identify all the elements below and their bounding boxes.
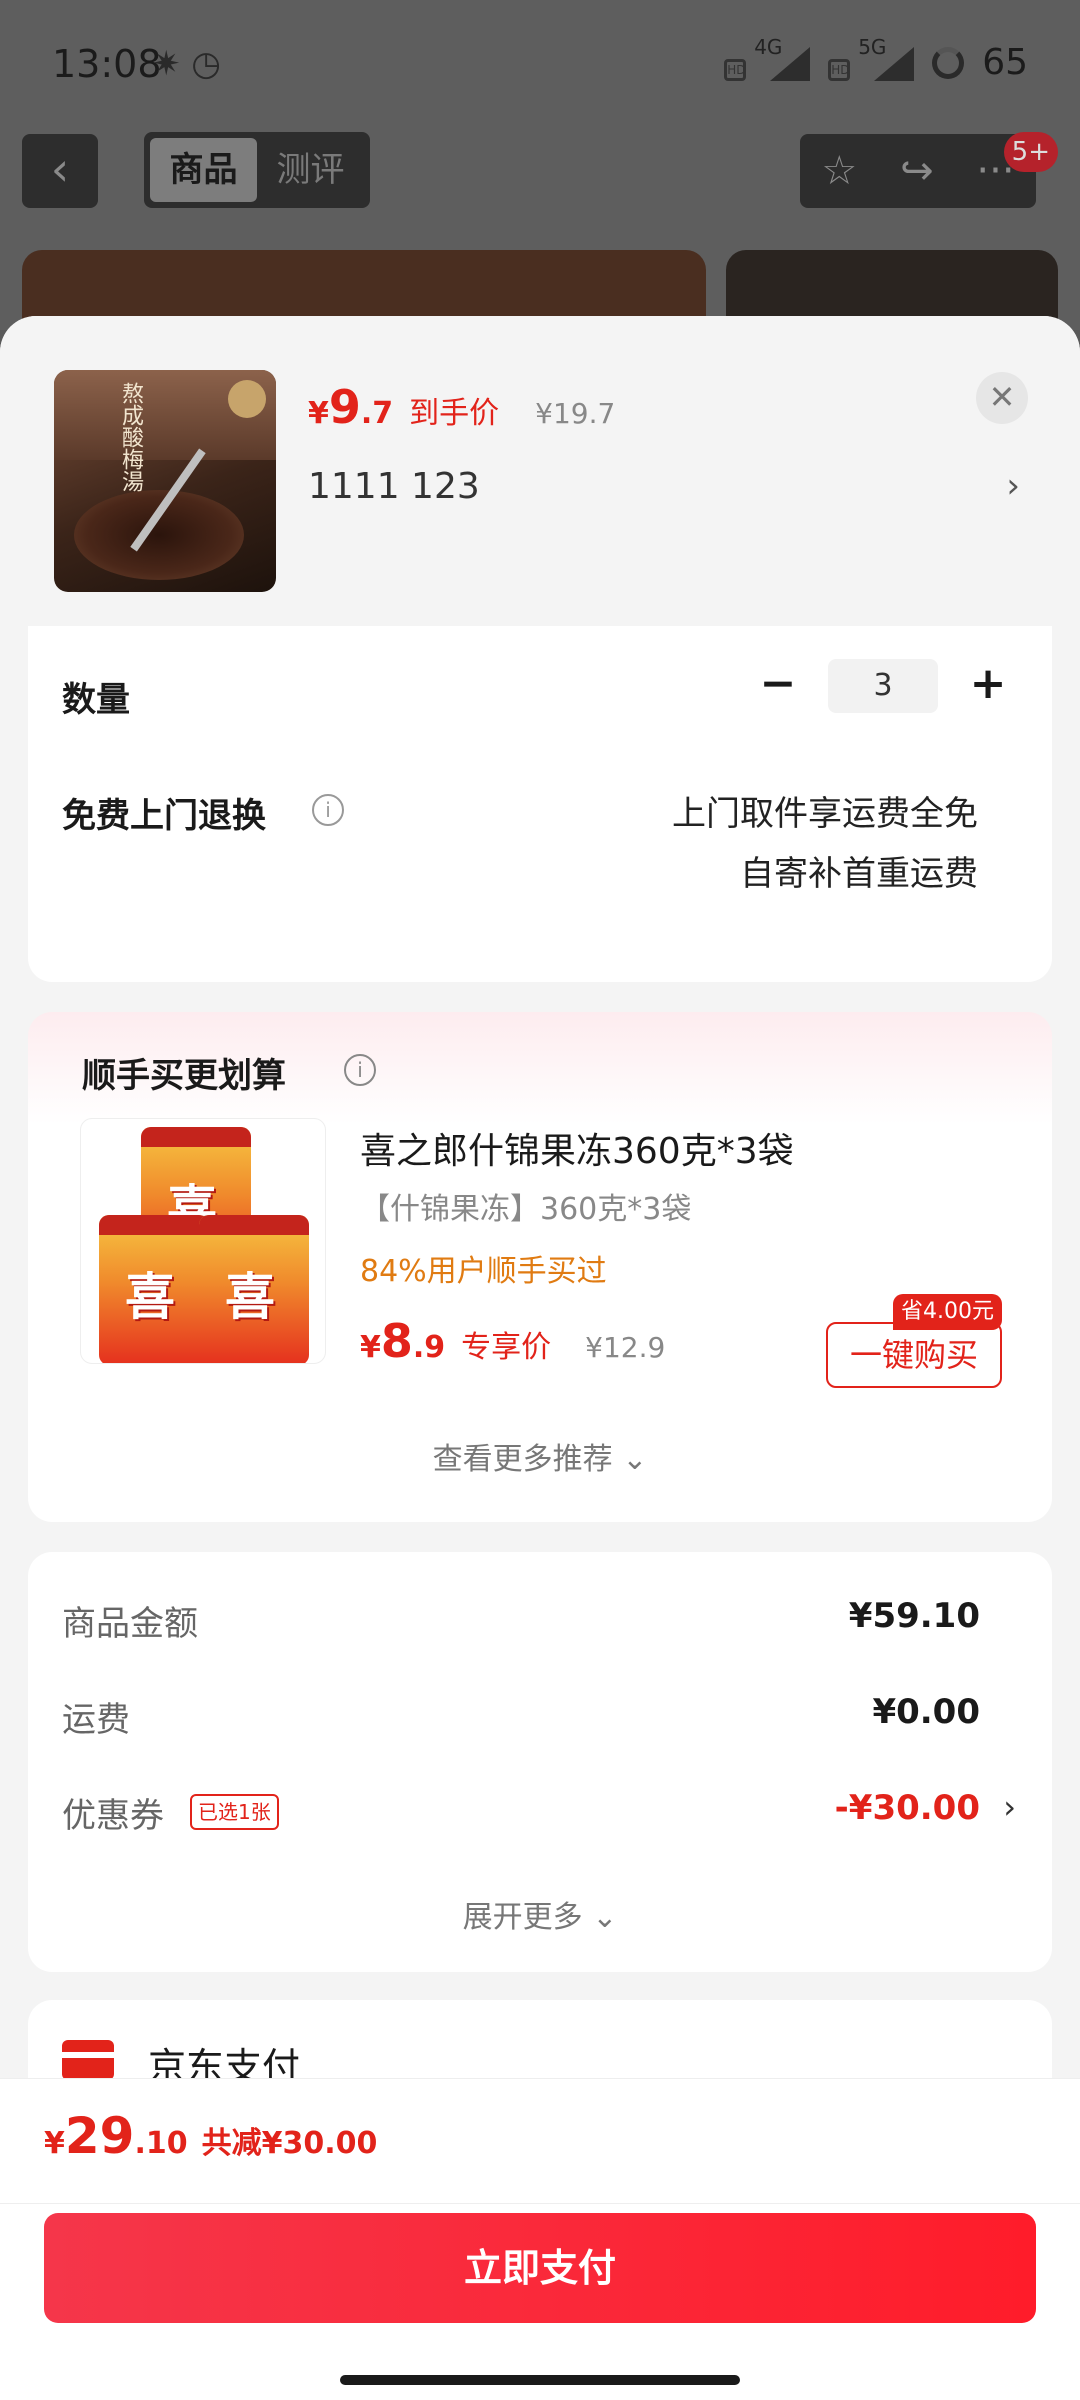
- recommendation-card: 顺手买更划算 i 喜 喜 喜 喜之郎什锦果冻360克*3袋 【什锦果冻】360克…: [28, 1012, 1052, 1522]
- home-indicator[interactable]: [340, 2375, 740, 2385]
- background-page: 13:08 ✷ ◷ HD 4G HD 5G 65 ‹ 商品 测评 ☆ ↪ ··· 5…: [0, 0, 1080, 350]
- tab-reviews[interactable]: 测评: [257, 138, 364, 202]
- signal-5g-icon: HD 5G: [828, 35, 915, 83]
- close-button[interactable]: ✕: [976, 372, 1028, 424]
- quantity-stepper: − 3 +: [750, 658, 1016, 714]
- product-thumbnail[interactable]: 熬成酸梅湯: [54, 370, 276, 592]
- checkout-bar: ¥ 29 .10 共减¥30.00 立即支付: [0, 2078, 1080, 2400]
- total-discount: 共减¥30.00: [201, 2126, 378, 2161]
- recommendation-image[interactable]: 喜 喜 喜: [80, 1118, 326, 1364]
- thumbnail-text: 熬成酸梅湯: [118, 382, 143, 492]
- recommendation-price: ¥ 8 .9 专享价 ¥12.9: [360, 1314, 666, 1368]
- price-tag: 到手价: [409, 396, 500, 431]
- status-right: HD 4G HD 5G 65: [724, 35, 1028, 83]
- message-badge: 5+: [1003, 132, 1058, 172]
- divider: [0, 2203, 1080, 2204]
- coupon-row[interactable]: 优惠券 已选1张 -¥30.00 ›: [62, 1782, 1016, 1842]
- info-icon[interactable]: i: [344, 1054, 376, 1086]
- recommendation-tip: 84%用户顺手买过: [360, 1254, 607, 1289]
- nav-actions: ☆ ↪ ···: [800, 134, 1036, 208]
- recommendation-title: 顺手买更划算: [82, 1056, 286, 1096]
- battery-level: 65: [982, 42, 1028, 83]
- quantity-input[interactable]: 3: [828, 659, 938, 713]
- more-recommendations-link[interactable]: 查看更多推荐 ⌄: [28, 1434, 1052, 1478]
- share-icon[interactable]: ↪: [900, 148, 934, 194]
- status-bar: 13:08 ✷ ◷ HD 4G HD 5G 65: [52, 35, 1028, 92]
- top-nav: ‹ 商品 测评 ☆ ↪ ··· 5+: [22, 132, 1058, 208]
- tab-switcher: 商品 测评: [144, 132, 370, 208]
- chevron-right-icon: ›: [1003, 1788, 1016, 1826]
- coupon-amount: -¥30.00: [834, 1788, 980, 1828]
- decrease-button[interactable]: −: [750, 658, 806, 714]
- checkout-sheet: 熬成酸梅湯 ¥ 9 .7 到手价 ¥19.7 ✕ 1111 123 › 数量 −…: [0, 316, 1080, 2400]
- goods-amount-row: 商品金额 ¥59.10: [62, 1596, 980, 1644]
- product-header: 熬成酸梅湯 ¥ 9 .7 到手价 ¥19.7 ✕ 1111 123 ›: [0, 316, 1080, 626]
- card-icon: [62, 2040, 114, 2080]
- status-time: 13:08: [52, 42, 162, 86]
- save-badge: 省4.00元: [893, 1294, 1002, 1330]
- free-return-detail: 上门取件享运费全免 自寄补首重运费: [672, 794, 978, 894]
- recommendation-name[interactable]: 喜之郎什锦果冻360克*3袋: [360, 1122, 794, 1174]
- original-price: ¥19.7: [535, 397, 616, 430]
- free-return-label: 免费上门退换: [62, 796, 266, 836]
- selected-spec[interactable]: 1111 123: [308, 466, 480, 507]
- total-price: ¥ 29 .10 共减¥30.00: [44, 2107, 378, 2165]
- increase-button[interactable]: +: [960, 658, 1016, 714]
- battery-icon: [932, 46, 965, 79]
- coupon-tag: 已选1张: [190, 1794, 279, 1830]
- one-click-buy-button[interactable]: 一键购买: [826, 1322, 1002, 1388]
- star-icon[interactable]: ☆: [821, 148, 857, 194]
- expand-more-link[interactable]: 展开更多 ⌄: [28, 1892, 1052, 1936]
- goods-amount: ¥59.10: [848, 1596, 980, 1636]
- shipping-row: 运费 ¥0.00: [62, 1692, 980, 1740]
- tab-goods[interactable]: 商品: [150, 138, 257, 202]
- shipping-amount: ¥0.00: [872, 1692, 980, 1732]
- signal-4g-icon: HD 4G: [724, 35, 811, 83]
- brand-logo-icon: [228, 380, 266, 418]
- pay-now-button[interactable]: 立即支付: [44, 2213, 1036, 2323]
- info-icon[interactable]: i: [312, 794, 344, 826]
- back-button[interactable]: ‹: [22, 134, 98, 208]
- recommendation-spec: 【什锦果冻】360克*3袋: [360, 1192, 692, 1227]
- quantity-label: 数量: [62, 680, 130, 720]
- chevron-right-icon[interactable]: ›: [1006, 466, 1020, 506]
- product-price: ¥ 9 .7 到手价 ¥19.7: [308, 380, 616, 434]
- order-summary-card: 商品金额 ¥59.10 运费 ¥0.00 优惠券 已选1张 -¥30.00 › …: [28, 1552, 1052, 1972]
- status-notification-icons: ✷ ◷: [152, 44, 221, 84]
- options-card: 数量 − 3 + 免费上门退换 i 上门取件享运费全免 自寄补首重运费: [28, 576, 1052, 982]
